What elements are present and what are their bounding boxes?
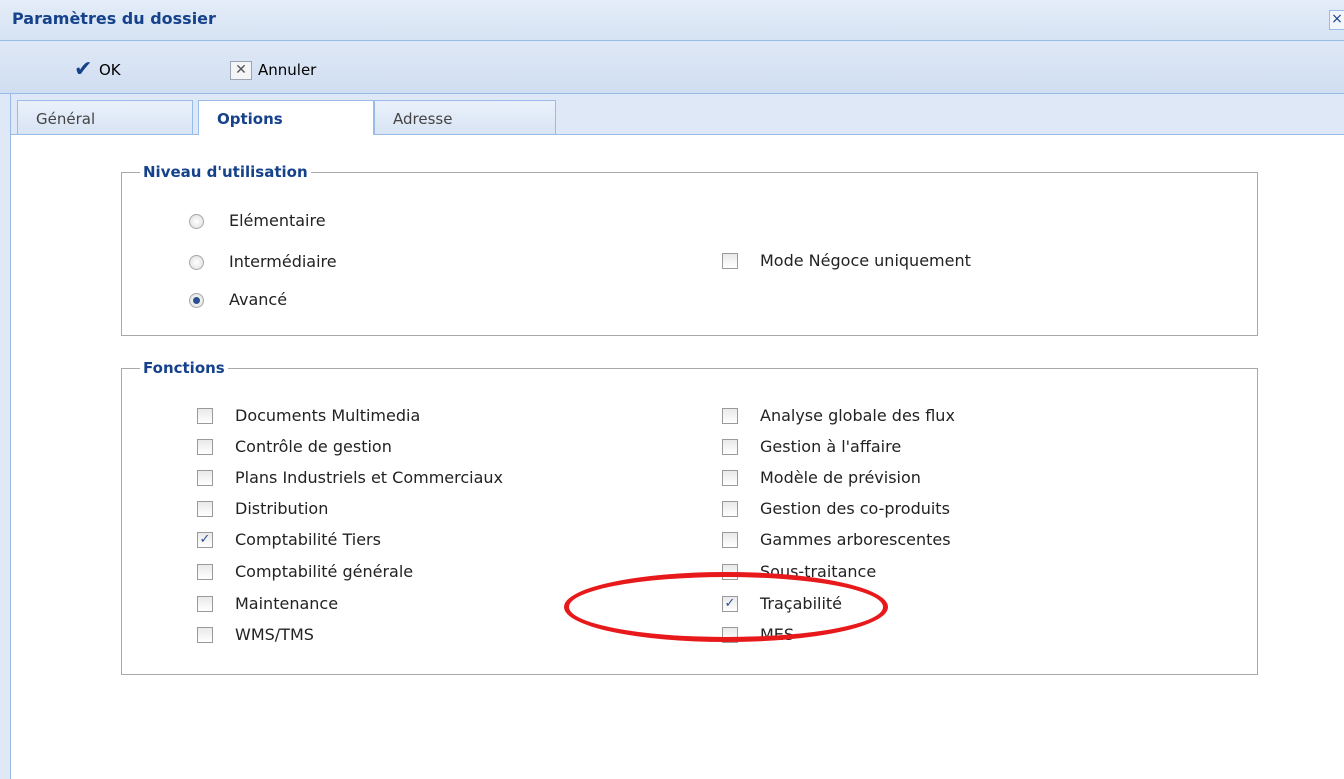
dialog-title: Paramètres du dossier (12, 9, 216, 28)
usage-level-legend: Niveau d'utilisation (140, 163, 311, 181)
cancel-button[interactable]: ✕ Annuler (230, 59, 316, 81)
checkbox-comptabilite-generale[interactable] (197, 564, 213, 580)
checkbox-mode-negoce-label: Mode Négoce uniquement (760, 251, 971, 270)
checkbox-label: Distribution (235, 499, 329, 518)
ok-button[interactable]: ✔ OK (74, 59, 121, 81)
checkbox-label: Traçabilité (760, 594, 843, 613)
checkbox-distribution[interactable] (197, 501, 213, 517)
checkbox-label: MES (760, 625, 795, 644)
checkbox-modele-prevision[interactable] (722, 470, 738, 486)
tab-options[interactable]: Options (198, 100, 374, 136)
checkbox-mes[interactable] (722, 627, 738, 643)
checkbox-controle-gestion[interactable] (197, 439, 213, 455)
radio-elementaire[interactable] (189, 214, 204, 229)
cancel-label: Annuler (258, 61, 317, 79)
checkbox-label: Plans Industriels et Commerciaux (235, 468, 504, 487)
tab-strip: Général Options Adresse (0, 94, 1344, 136)
tab-address-label: Adresse (393, 110, 453, 128)
checkbox-label: Maintenance (235, 594, 339, 613)
checkbox-label: Contrôle de gestion (235, 437, 392, 456)
radio-avance[interactable] (189, 293, 204, 308)
tab-general-label: Général (36, 110, 96, 128)
checkbox-label: WMS/TMS (235, 625, 314, 644)
checkbox-label: Comptabilité Tiers (235, 530, 381, 549)
cancel-x-icon: ✕ (230, 60, 252, 80)
checkbox-co-produits[interactable] (722, 501, 738, 517)
checkbox-label: Analyse globale des flux (760, 406, 955, 425)
tab-general[interactable]: Général (17, 100, 193, 134)
checkbox-documents-multimedia[interactable] (197, 408, 213, 424)
radio-elementaire-label: Elémentaire (229, 211, 326, 230)
tab-options-label: Options (217, 110, 283, 128)
checkbox-sous-traitance[interactable] (722, 564, 738, 580)
checkmark-icon: ✔ (74, 57, 93, 82)
checkbox-gammes-arborescentes[interactable] (722, 532, 738, 548)
radio-intermediaire-label: Intermédiaire (229, 252, 337, 271)
checkbox-wms-tms[interactable] (197, 627, 213, 643)
ok-label: OK (99, 61, 121, 79)
checkbox-label: Gammes arborescentes (760, 530, 951, 549)
checkbox-comptabilite-tiers[interactable]: ✓ (197, 532, 213, 548)
close-icon[interactable]: × (1329, 10, 1344, 30)
checkbox-plans-industriels[interactable] (197, 470, 213, 486)
checkbox-gestion-affaire[interactable] (722, 439, 738, 455)
checkbox-label: Gestion des co-produits (760, 499, 950, 518)
checkbox-label: Comptabilité générale (235, 562, 414, 581)
checkbox-analyse-globale[interactable] (722, 408, 738, 424)
checkbox-maintenance[interactable] (197, 596, 213, 612)
checkbox-label: Modèle de prévision (760, 468, 921, 487)
title-bar: Paramètres du dossier × (0, 0, 1344, 41)
radio-intermediaire[interactable] (189, 255, 204, 270)
left-border (0, 94, 11, 779)
checkbox-label: Gestion à l'affaire (760, 437, 902, 456)
radio-avance-label: Avancé (229, 290, 288, 309)
checkbox-label: Sous-traitance (760, 562, 877, 581)
folder-settings-dialog: Paramètres du dossier × ✔ OK ✕ Annuler G… (0, 0, 1344, 779)
checkbox-mode-negoce[interactable] (722, 253, 738, 269)
toolbar: ✔ OK ✕ Annuler (0, 41, 1344, 94)
checkbox-label: Documents Multimedia (235, 406, 421, 425)
functions-legend: Fonctions (140, 359, 228, 377)
checkbox-tracabilite[interactable]: ✓ (722, 596, 738, 612)
tab-address[interactable]: Adresse (374, 100, 556, 134)
